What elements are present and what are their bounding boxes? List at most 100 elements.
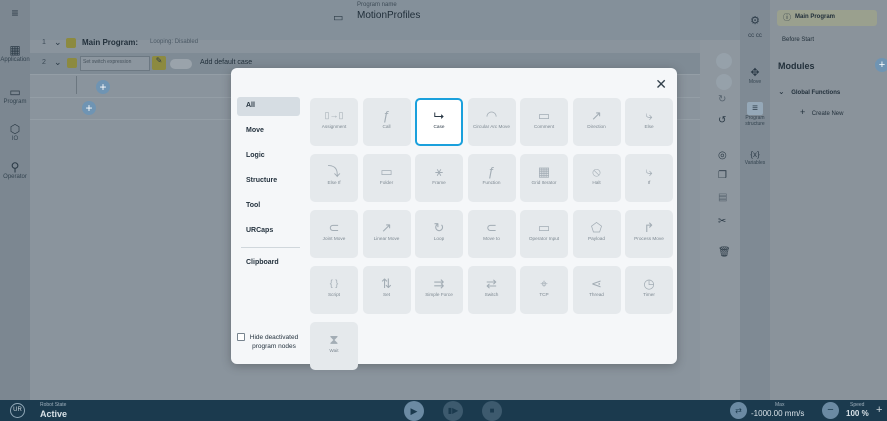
robot-icon[interactable]: ⚙ <box>740 14 770 27</box>
speed-value: 100 % <box>846 409 869 418</box>
node-else-if[interactable]: ⤵ Else If <box>310 154 358 202</box>
undo-icon[interactable]: ↺ <box>718 115 726 126</box>
node-switch[interactable]: ⇄ Switch <box>467 266 516 314</box>
create-new-button[interactable]: + Create New <box>800 107 843 117</box>
node-direction[interactable]: ↗ Direction <box>572 98 621 146</box>
node-linear-move[interactable]: ↗ Linear Move <box>362 210 411 258</box>
node-label: Process Move <box>634 236 664 241</box>
category-urcaps[interactable]: URCaps <box>237 222 300 241</box>
node-thread[interactable]: ⋖ Thread <box>572 266 621 314</box>
add-module-button[interactable]: + <box>875 58 887 72</box>
program-name-label: Program name <box>357 2 397 8</box>
script-icon: { } <box>329 278 339 288</box>
global-functions-row[interactable]: ⌄ Global Functions <box>778 86 840 96</box>
modules-heading: Modules <box>778 61 815 71</box>
node-case[interactable]: ⮡ Case <box>415 98 463 146</box>
menu-icon[interactable]: ≡ <box>0 6 30 20</box>
category-clipboard[interactable]: Clipboard <box>237 254 300 273</box>
step-button[interactable]: ▮▶ <box>443 401 463 421</box>
switch-expression-input[interactable]: Set switch expression <box>80 56 150 71</box>
visibility-icon[interactable]: ◎ <box>718 150 727 161</box>
redo-icon[interactable]: ↻ <box>718 94 726 105</box>
node-function[interactable]: ƒ Function <box>467 154 516 202</box>
nav-operator[interactable]: ⚲ Operator <box>0 160 30 180</box>
set-icon: ⇅ <box>381 276 392 291</box>
category-tool[interactable]: Tool <box>237 197 300 216</box>
node-frame[interactable]: ⚹ Frame <box>415 154 463 202</box>
speed-label: Speed <box>850 402 865 408</box>
variables-tab[interactable]: {x} Variables <box>740 148 770 166</box>
before-start-item[interactable]: Before Start <box>782 37 814 43</box>
row-number: 2 <box>42 59 46 66</box>
robot-state-label: Robot State <box>40 402 67 408</box>
node-if[interactable]: ⤷ If <box>625 154 673 202</box>
main-program-item[interactable]: ⓘ Main Program <box>777 10 877 26</box>
node-comment[interactable]: ▭ Comment <box>520 98 568 146</box>
cut-icon[interactable]: ✂ <box>718 216 726 227</box>
copy-icon[interactable]: ❐ <box>718 170 727 181</box>
nav-application[interactable]: ▦ Application <box>0 43 30 63</box>
node-label: Simple Force <box>425 292 453 297</box>
chevron-down-icon[interactable]: ⌄ <box>54 37 62 48</box>
tool-rail: ↻ ↺ ◎ ❐ ▤ ✂ 🗑 <box>700 40 740 400</box>
program-structure-tab[interactable]: ≡ Program structure <box>740 102 770 127</box>
folder-icon: ▭ <box>333 12 344 24</box>
node-assignment[interactable]: ▯→▯ Assignment <box>310 98 358 146</box>
speed-increase-button[interactable]: + <box>876 404 882 416</box>
paste-icon[interactable]: ▤ <box>718 192 727 203</box>
node-grid-iterator[interactable]: ▦ Grid Iterator <box>520 154 568 202</box>
node-joint-move[interactable]: ⊂ Joint Move <box>310 210 358 258</box>
node-label: Set <box>382 292 391 297</box>
node-call[interactable]: ƒ Call <box>362 98 411 146</box>
nav-program[interactable]: ▭ Program <box>0 85 30 105</box>
chevron-down-icon[interactable]: ⌄ <box>54 57 62 68</box>
move-down-button[interactable] <box>716 74 732 90</box>
category-structure[interactable]: Structure <box>237 172 300 191</box>
node-loop[interactable]: ↻ Loop <box>415 210 463 258</box>
node-payload[interactable]: ⬠ Payload <box>572 210 621 258</box>
tcp-icon: ⌖ <box>540 276 548 291</box>
node-tcp[interactable]: ⌖ TCP <box>520 266 568 314</box>
node-else[interactable]: ⤷ Else <box>625 98 673 146</box>
code-icon[interactable]: cc cc <box>740 33 770 39</box>
node-simple-force[interactable]: ⇉ Simple Force <box>415 266 463 314</box>
default-case-toggle[interactable] <box>170 59 192 69</box>
category-logic[interactable]: Logic <box>237 147 300 166</box>
else-icon: ⤷ <box>645 108 653 123</box>
node-process-move[interactable]: ↱ Process Move <box>625 210 673 258</box>
structure-icon: ≡ <box>747 102 763 115</box>
move-tab[interactable]: ✥ Move <box>740 66 770 85</box>
tree-row-main[interactable]: 1 ⌄ Main Program: Looping: Disabled <box>30 33 700 55</box>
loop-icon: ↻ <box>433 220 445 235</box>
node-wait[interactable]: ⧗ Wait <box>310 322 358 370</box>
delete-icon[interactable]: 🗑 <box>718 247 731 258</box>
play-button[interactable]: ▶ <box>404 401 424 421</box>
main-program-subtitle: Looping: Disabled <box>150 39 199 45</box>
nav-io[interactable]: ⬡ IO <box>0 122 30 142</box>
edit-icon[interactable]: ✎ <box>152 56 166 70</box>
node-label: Halt <box>592 180 601 185</box>
category-move[interactable]: Move <box>237 122 300 141</box>
program-name: MotionProfiles <box>357 10 421 21</box>
status-bar: UR Robot State Active ▶ ▮▶ ■ ⇄ Max -1000… <box>0 400 887 421</box>
category-all[interactable]: All <box>237 97 300 116</box>
node-label: Case <box>433 124 445 129</box>
move-up-button[interactable] <box>716 53 732 69</box>
node-script[interactable]: { } Script <box>310 266 358 314</box>
node-set[interactable]: ⇅ Set <box>362 266 411 314</box>
stop-button[interactable]: ■ <box>482 401 502 421</box>
nav-label: Program <box>3 99 27 105</box>
speed-decrease-button[interactable]: − <box>822 402 839 419</box>
node-circular-arc-move[interactable]: ◠ Circular Arc Move <box>467 98 516 146</box>
node-label: Payload <box>588 236 605 241</box>
move-to-icon: ⊂ <box>486 220 497 235</box>
hide-deactivated-option[interactable]: Hide deactivated program nodes <box>237 333 301 351</box>
close-icon[interactable]: ✕ <box>655 76 667 93</box>
speed-mode-button[interactable]: ⇄ <box>730 402 747 419</box>
node-halt[interactable]: ⦸ Halt <box>572 154 621 202</box>
hide-deactivated-checkbox[interactable] <box>237 333 245 341</box>
node-folder[interactable]: ▭ Folder <box>362 154 411 202</box>
node-timer[interactable]: ◷ Timer <box>625 266 673 314</box>
node-move-to[interactable]: ⊂ Move to <box>467 210 516 258</box>
node-operator-input[interactable]: ▭ Operator Input <box>520 210 568 258</box>
